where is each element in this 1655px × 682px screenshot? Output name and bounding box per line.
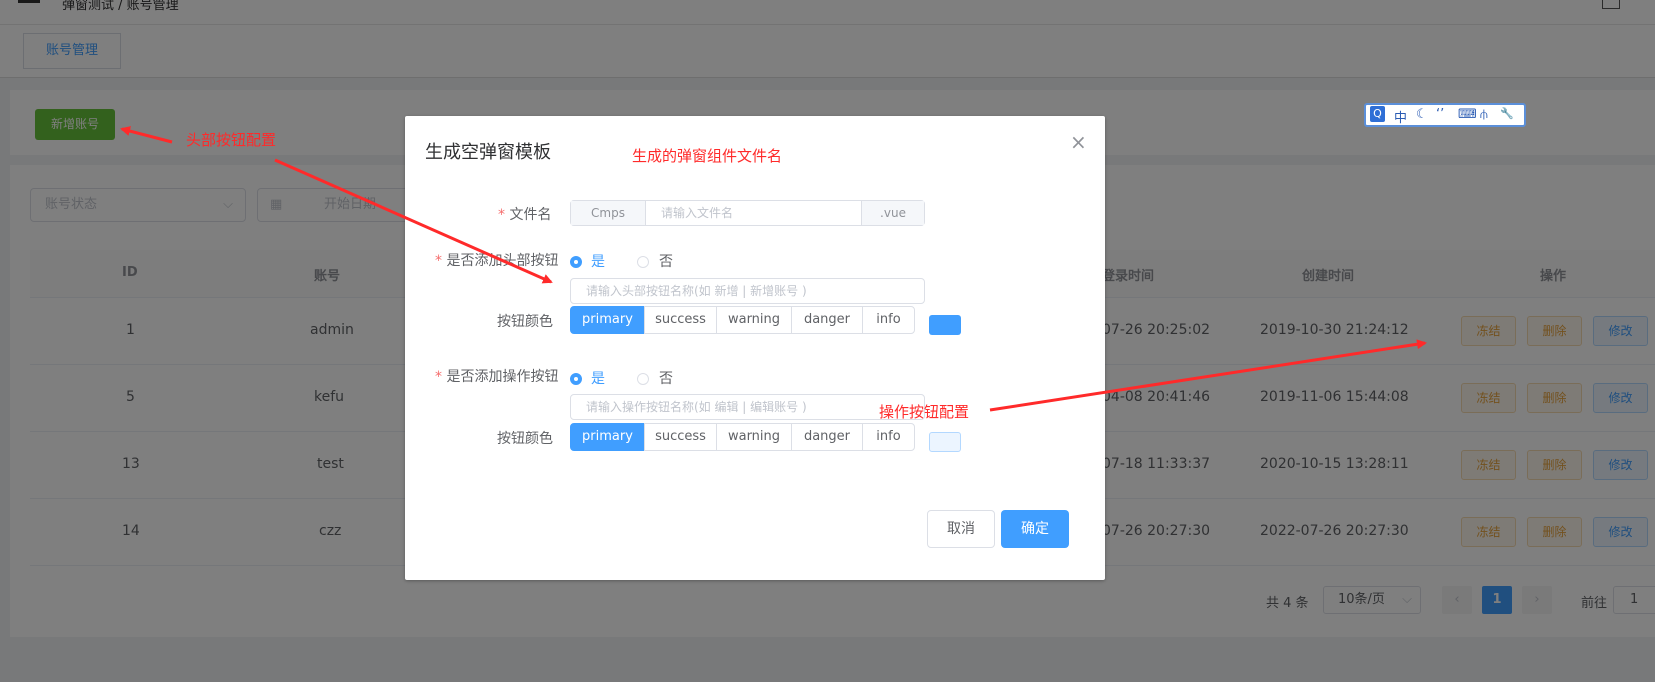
annotation-arrows [120,126,1427,412]
annotation-action-config: 操作按钮配置 [879,403,970,421]
annotation-header-config: 头部按钮配置 [186,131,277,149]
arrow-to-add-button [120,126,173,144]
arrow-to-row-actions [989,339,1427,412]
arrow-to-header-input [274,158,553,284]
annotation-component-name: 生成的弹窗组件文件名 [632,147,783,165]
